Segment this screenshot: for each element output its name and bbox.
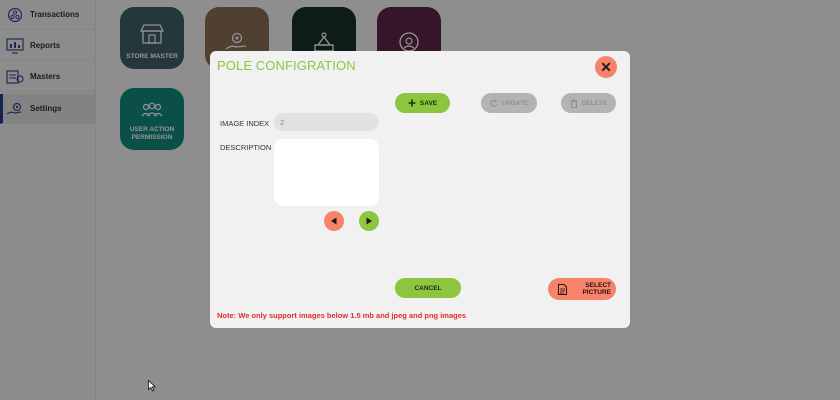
save-label: SAVE — [419, 99, 438, 107]
mouse-cursor-icon — [148, 380, 156, 392]
delete-label: DELETE — [581, 99, 608, 107]
update-label: UPDATE — [501, 99, 529, 107]
pole-configuration-dialog: POLE CONFIGRATION ✕ IMAGE INDEX DESCRIPT… — [210, 51, 630, 328]
close-button[interactable]: ✕ — [595, 56, 617, 78]
close-icon: ✕ — [600, 59, 612, 75]
image-index-label: IMAGE INDEX — [220, 119, 270, 128]
delete-button[interactable]: DELETE — [561, 93, 616, 113]
image-index-input[interactable] — [274, 113, 379, 131]
cancel-label: CANCEL — [414, 284, 442, 292]
description-label: DESCRIPTION — [220, 143, 272, 152]
plus-icon — [408, 99, 416, 107]
refresh-icon — [490, 99, 498, 107]
file-support-note: Note: We only support images below 1.5 m… — [217, 311, 467, 320]
select-picture-button[interactable]: SELECT PICTURE — [548, 278, 616, 300]
save-button[interactable]: SAVE — [395, 93, 450, 113]
trash-icon — [570, 98, 578, 108]
triangle-left-icon — [331, 217, 337, 225]
document-icon — [558, 283, 567, 295]
next-image-button[interactable] — [359, 211, 379, 231]
triangle-right-icon — [366, 217, 372, 225]
select-picture-label: SELECT PICTURE — [582, 281, 611, 296]
update-button[interactable]: UPDATE — [481, 93, 537, 113]
previous-image-button[interactable] — [324, 211, 344, 231]
cancel-button[interactable]: CANCEL — [395, 278, 461, 298]
description-input[interactable] — [274, 139, 379, 206]
dialog-title: POLE CONFIGRATION — [217, 58, 356, 73]
